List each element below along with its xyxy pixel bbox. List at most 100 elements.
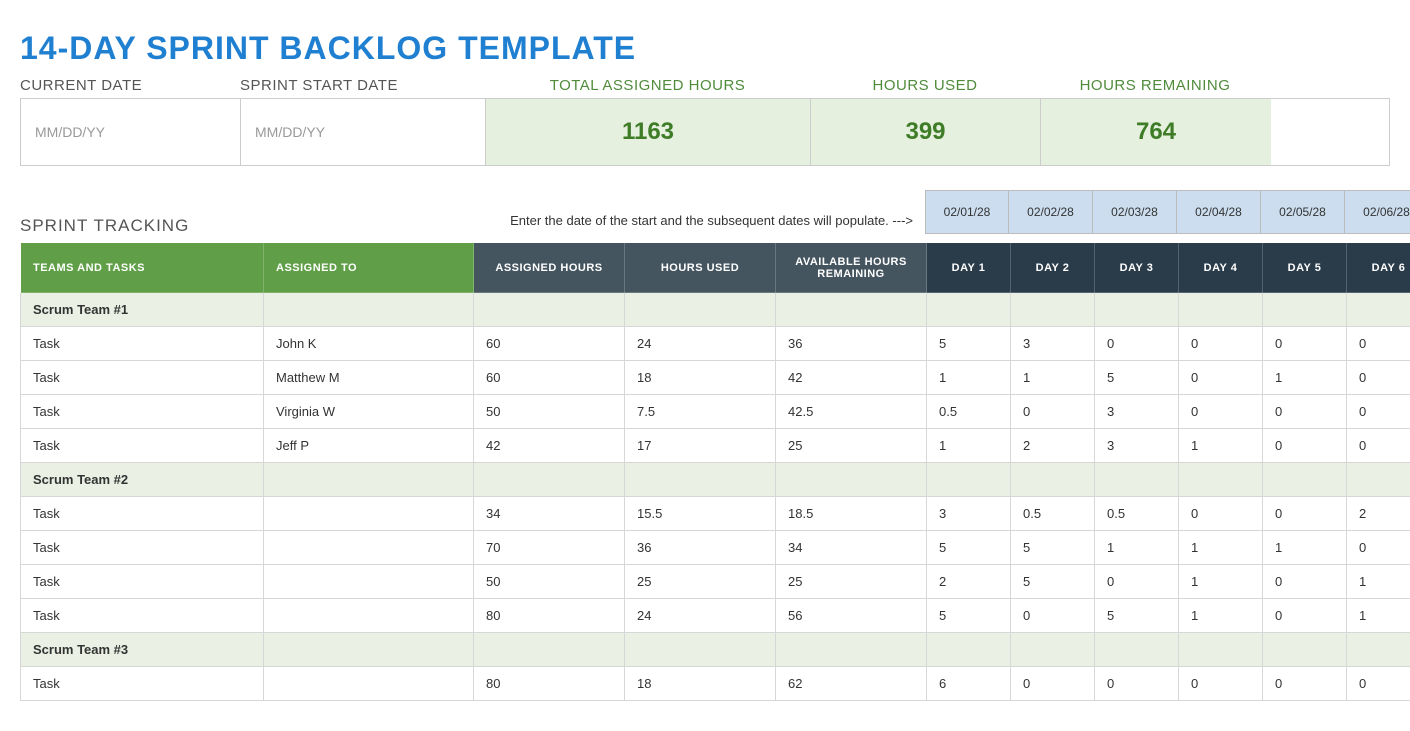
task-name-cell[interactable]: Task xyxy=(21,327,264,361)
empty-cell[interactable] xyxy=(264,293,474,327)
empty-cell[interactable] xyxy=(625,633,776,667)
empty-cell[interactable] xyxy=(1011,463,1095,497)
day-cell[interactable]: 0 xyxy=(1347,395,1410,429)
day-cell[interactable]: 2 xyxy=(1347,497,1410,531)
hours-used-cell[interactable]: 24 xyxy=(625,327,776,361)
empty-cell[interactable] xyxy=(927,633,1011,667)
hours-used-cell[interactable]: 24 xyxy=(625,599,776,633)
day-cell[interactable]: 0 xyxy=(1263,667,1347,701)
day-cell[interactable]: 0 xyxy=(1179,667,1263,701)
day-cell[interactable]: 5 xyxy=(927,599,1011,633)
empty-cell[interactable] xyxy=(776,463,927,497)
day-cell[interactable]: 0 xyxy=(1347,361,1410,395)
day-cell[interactable]: 3 xyxy=(1095,395,1179,429)
day-cell[interactable]: 0.5 xyxy=(1095,497,1179,531)
task-name-cell[interactable]: Task xyxy=(21,429,264,463)
remaining-cell[interactable]: 36 xyxy=(776,327,927,361)
day-cell[interactable]: 5 xyxy=(1095,361,1179,395)
task-name-cell[interactable]: Task xyxy=(21,599,264,633)
day-cell[interactable]: 0 xyxy=(1011,395,1095,429)
day-cell[interactable]: 1 xyxy=(1347,565,1410,599)
day-cell[interactable]: 0 xyxy=(1179,497,1263,531)
empty-cell[interactable] xyxy=(776,293,927,327)
assigned-hours-cell[interactable]: 70 xyxy=(474,531,625,565)
task-name-cell[interactable]: Task xyxy=(21,531,264,565)
assignee-cell[interactable] xyxy=(264,531,474,565)
remaining-cell[interactable]: 56 xyxy=(776,599,927,633)
task-name-cell[interactable]: Task xyxy=(21,497,264,531)
empty-cell[interactable] xyxy=(264,633,474,667)
day-cell[interactable]: 3 xyxy=(927,497,1011,531)
hours-used-cell[interactable]: 25 xyxy=(625,565,776,599)
day-cell[interactable]: 6 xyxy=(927,667,1011,701)
day-cell[interactable]: 0 xyxy=(1347,429,1410,463)
day-cell[interactable]: 0 xyxy=(1095,667,1179,701)
day-cell[interactable]: 3 xyxy=(1011,327,1095,361)
day-cell[interactable]: 0 xyxy=(1011,667,1095,701)
assigned-hours-cell[interactable]: 80 xyxy=(474,599,625,633)
task-name-cell[interactable]: Task xyxy=(21,565,264,599)
remaining-cell[interactable]: 34 xyxy=(776,531,927,565)
empty-cell[interactable] xyxy=(1179,293,1263,327)
empty-cell[interactable] xyxy=(474,463,625,497)
assignee-cell[interactable] xyxy=(264,497,474,531)
day-cell[interactable]: 5 xyxy=(1011,565,1095,599)
team-name-cell[interactable]: Scrum Team #1 xyxy=(21,293,264,327)
day-cell[interactable]: 0 xyxy=(1179,395,1263,429)
day-cell[interactable]: 1 xyxy=(1179,599,1263,633)
assigned-hours-cell[interactable]: 50 xyxy=(474,395,625,429)
empty-cell[interactable] xyxy=(1263,633,1347,667)
day-cell[interactable]: 1 xyxy=(927,429,1011,463)
day-cell[interactable]: 0 xyxy=(1347,667,1410,701)
day-cell[interactable]: 1 xyxy=(1179,429,1263,463)
day-cell[interactable]: 0 xyxy=(1011,599,1095,633)
day-cell[interactable]: 1 xyxy=(1095,531,1179,565)
task-name-cell[interactable]: Task xyxy=(21,667,264,701)
assigned-hours-cell[interactable]: 60 xyxy=(474,327,625,361)
day-cell[interactable]: 1 xyxy=(1263,531,1347,565)
day-cell[interactable]: 0 xyxy=(1263,497,1347,531)
day-cell[interactable]: 1 xyxy=(1011,361,1095,395)
day-cell[interactable]: 0 xyxy=(1263,599,1347,633)
empty-cell[interactable] xyxy=(1179,633,1263,667)
day-cell[interactable]: 0 xyxy=(1179,327,1263,361)
date-cell[interactable]: 02/06/28 xyxy=(1345,190,1410,234)
empty-cell[interactable] xyxy=(1347,633,1410,667)
hours-used-cell[interactable]: 36 xyxy=(625,531,776,565)
assignee-cell[interactable] xyxy=(264,565,474,599)
day-cell[interactable]: 5 xyxy=(1095,599,1179,633)
team-name-cell[interactable]: Scrum Team #3 xyxy=(21,633,264,667)
day-cell[interactable]: 2 xyxy=(1011,429,1095,463)
day-cell[interactable]: 0 xyxy=(1263,429,1347,463)
date-cell[interactable]: 02/05/28 xyxy=(1261,190,1345,234)
day-cell[interactable]: 1 xyxy=(1179,531,1263,565)
empty-cell[interactable] xyxy=(625,293,776,327)
day-cell[interactable]: 1 xyxy=(1263,361,1347,395)
hours-used-cell[interactable]: 7.5 xyxy=(625,395,776,429)
day-cell[interactable]: 3 xyxy=(1095,429,1179,463)
empty-cell[interactable] xyxy=(1347,293,1410,327)
assigned-hours-cell[interactable]: 60 xyxy=(474,361,625,395)
remaining-cell[interactable]: 18.5 xyxy=(776,497,927,531)
hours-used-cell[interactable]: 18 xyxy=(625,667,776,701)
empty-cell[interactable] xyxy=(1095,463,1179,497)
task-name-cell[interactable]: Task xyxy=(21,361,264,395)
day-cell[interactable]: 1 xyxy=(1347,599,1410,633)
empty-cell[interactable] xyxy=(1011,633,1095,667)
empty-cell[interactable] xyxy=(1095,633,1179,667)
assignee-cell[interactable]: Jeff P xyxy=(264,429,474,463)
empty-cell[interactable] xyxy=(474,633,625,667)
hours-used-cell[interactable]: 18 xyxy=(625,361,776,395)
empty-cell[interactable] xyxy=(1095,293,1179,327)
remaining-cell[interactable]: 25 xyxy=(776,565,927,599)
day-cell[interactable]: 0 xyxy=(1347,327,1410,361)
day-cell[interactable]: 5 xyxy=(927,327,1011,361)
remaining-cell[interactable]: 25 xyxy=(776,429,927,463)
current-date-input[interactable]: MM/DD/YY xyxy=(21,99,241,165)
empty-cell[interactable] xyxy=(776,633,927,667)
empty-cell[interactable] xyxy=(1263,463,1347,497)
day-cell[interactable]: 0 xyxy=(1263,327,1347,361)
day-cell[interactable]: 0 xyxy=(1347,531,1410,565)
empty-cell[interactable] xyxy=(927,463,1011,497)
day-cell[interactable]: 1 xyxy=(927,361,1011,395)
